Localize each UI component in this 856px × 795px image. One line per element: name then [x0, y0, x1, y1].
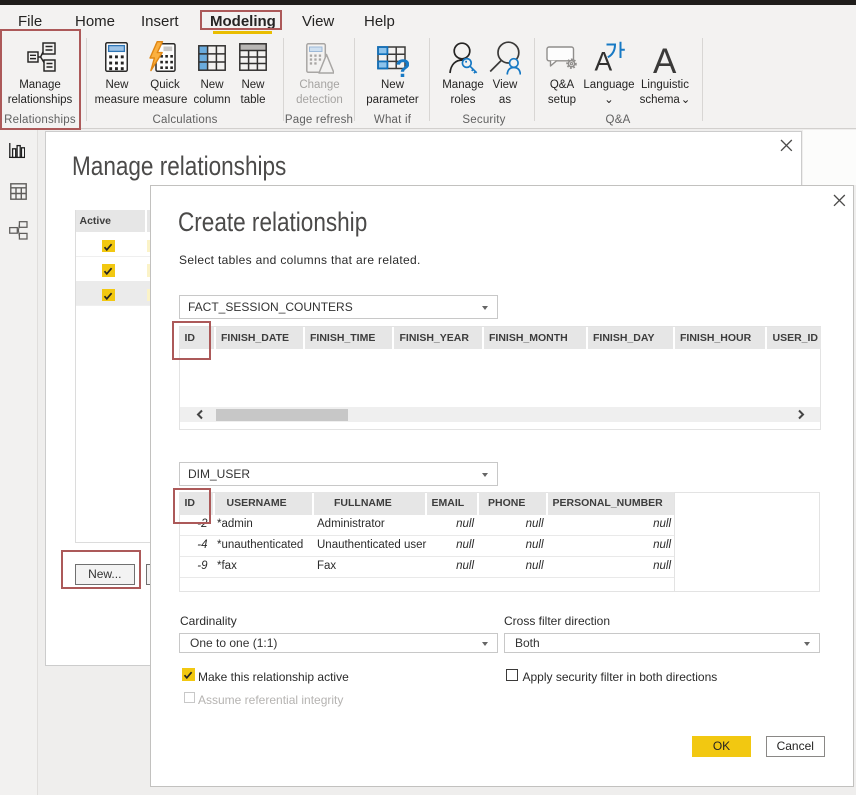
- svg-text:A: A: [595, 47, 613, 74]
- svg-text:A: A: [653, 42, 677, 75]
